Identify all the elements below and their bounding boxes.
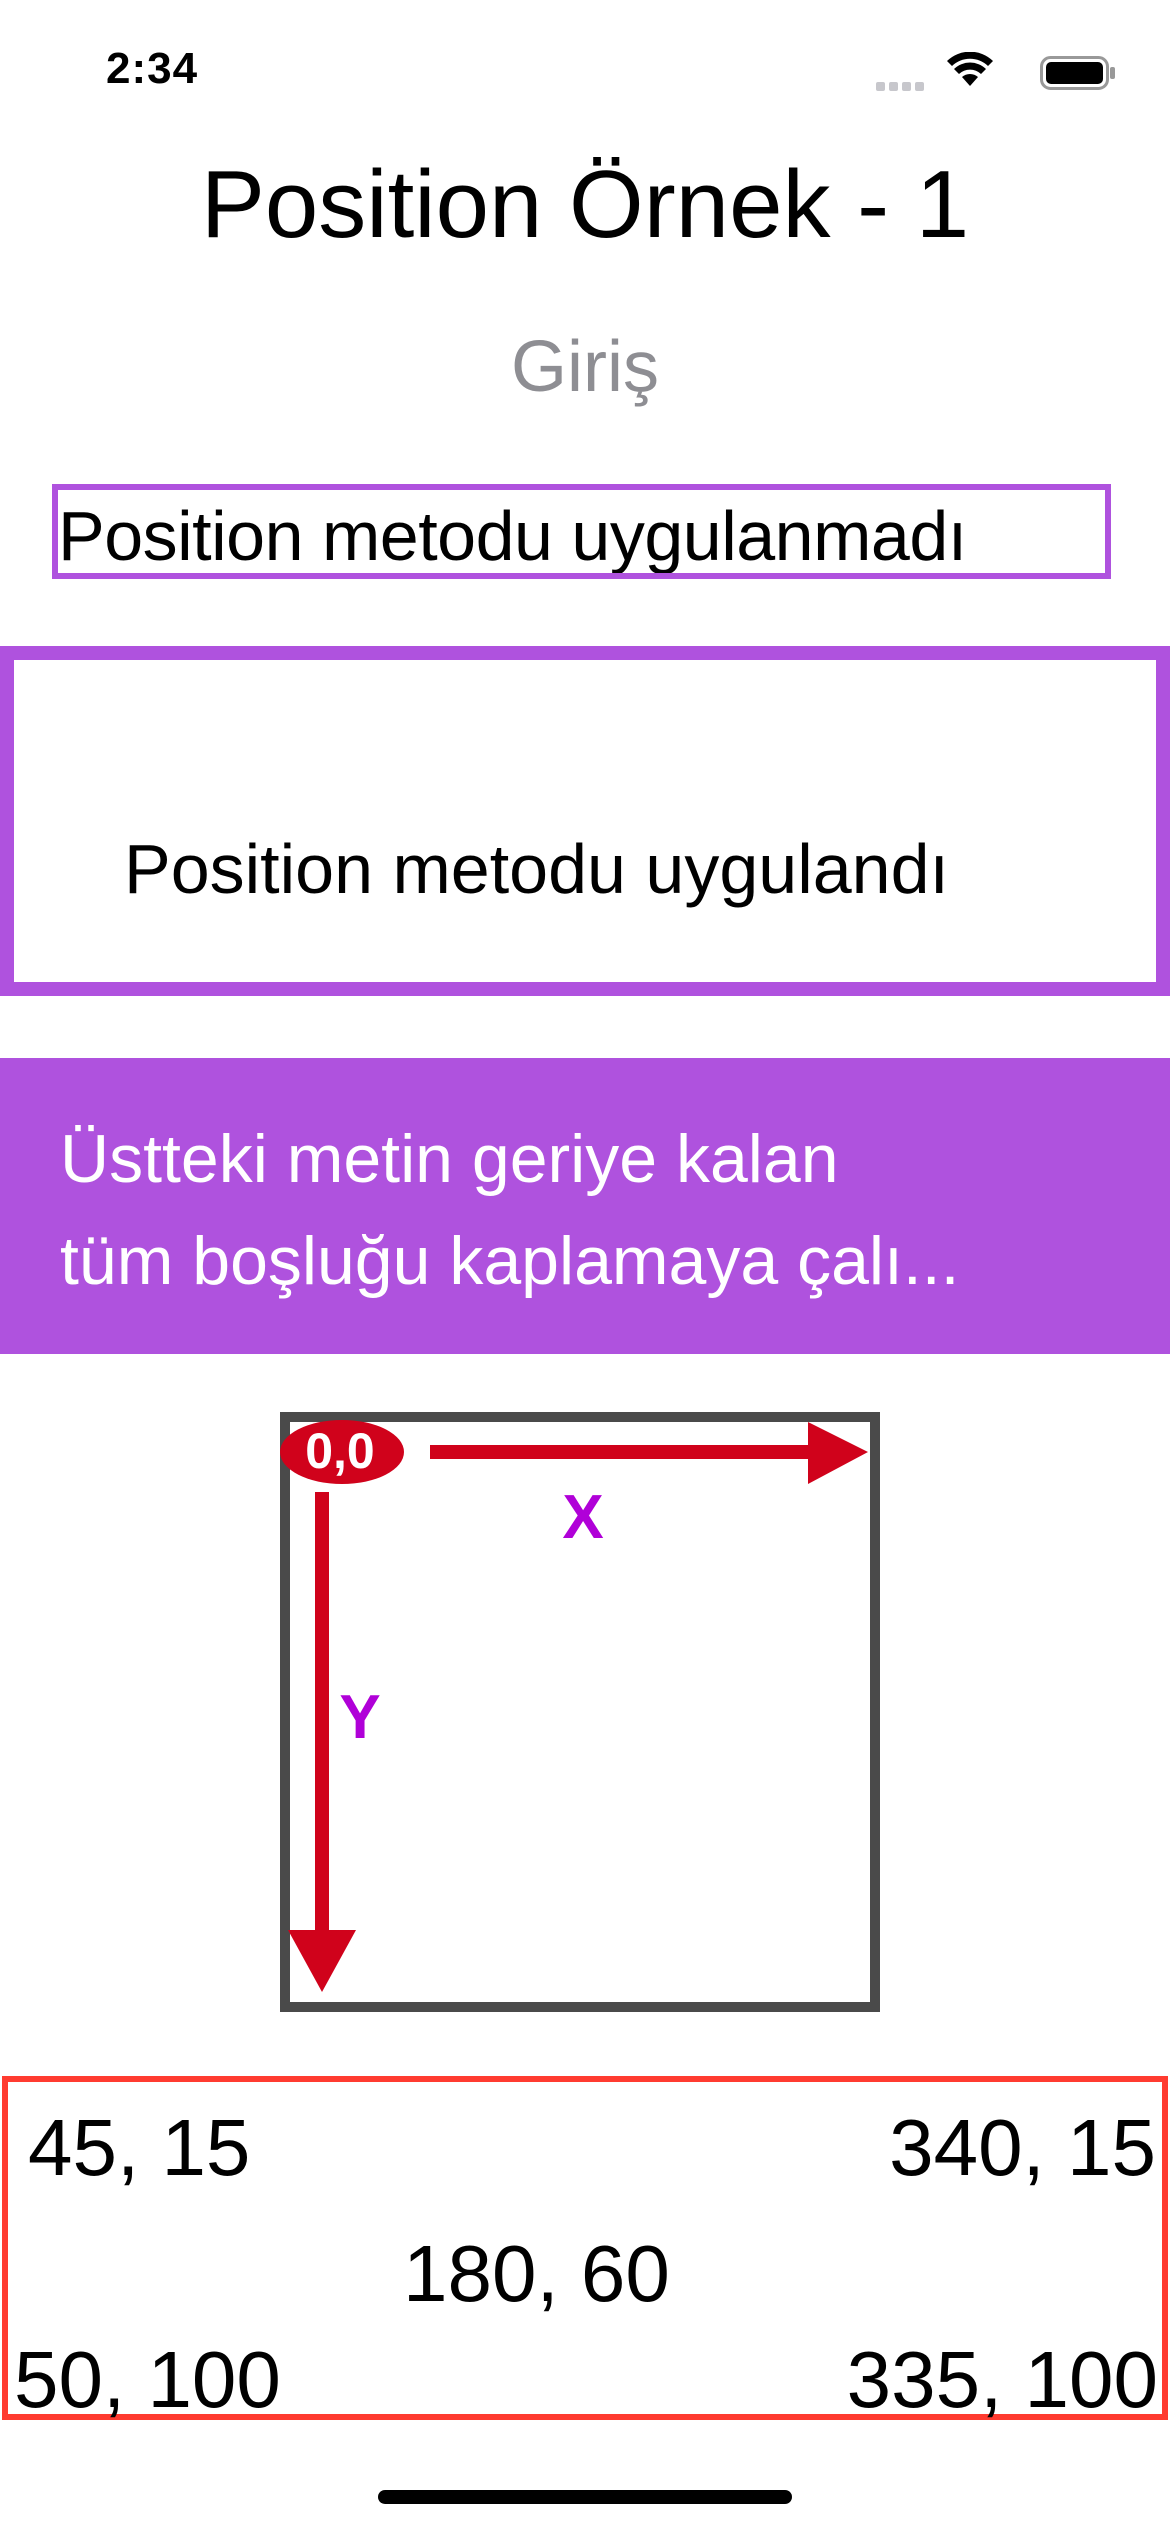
coord-bottom-left: 50, 100 <box>14 2335 281 2424</box>
status-time: 2:34 <box>106 44 199 93</box>
coordinate-system-diagram: 0,0 X Y <box>280 1412 880 2012</box>
banner-text-line-2: tüm boşluğu kaplamaya çalı... <box>60 1223 960 1299</box>
position-applied-box: Position metodu uygulandı <box>0 646 1170 996</box>
banner-text-line-1: Üstteki metin geriye kalan <box>60 1121 839 1197</box>
status-icons <box>876 52 1116 92</box>
coordinates-box: 45, 15 340, 15 180, 60 50, 100 335, 100 <box>2 2076 1168 2424</box>
coord-center: 180, 60 <box>403 2229 670 2318</box>
battery-icon <box>1040 56 1115 90</box>
origin-label: 0,0 <box>305 1423 375 1479</box>
cellular-signal-icon <box>876 78 928 96</box>
coord-bottom-right: 335, 100 <box>846 2335 1158 2424</box>
position-applied-label: Position metodu uygulandı <box>124 830 949 908</box>
page-title: Position Örnek - 1 <box>200 151 970 258</box>
wifi-icon <box>947 52 993 86</box>
x-axis-label: X <box>562 1483 603 1552</box>
fill-remaining-space-banner: Üstteki metin geriye kalan tüm boşluğu k… <box>0 1058 1170 1354</box>
position-not-applied-box: Position metodu uygulanmadı <box>52 484 1111 579</box>
home-indicator[interactable] <box>378 2490 792 2504</box>
page-subtitle: Giriş <box>511 327 659 407</box>
coord-top-left: 45, 15 <box>28 2103 251 2192</box>
position-not-applied-label: Position metodu uygulanmadı <box>58 497 967 575</box>
coord-top-right: 340, 15 <box>889 2103 1156 2192</box>
y-axis-label: Y <box>339 1683 380 1752</box>
